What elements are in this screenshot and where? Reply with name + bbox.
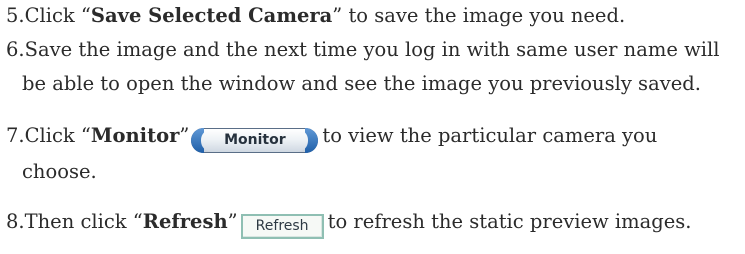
step-5-prefix: 5.Click “ bbox=[6, 4, 91, 27]
step-5-suffix: ” to save the image you need. bbox=[332, 4, 626, 27]
step-7-bold-term: Monitor bbox=[90, 124, 180, 147]
step-7-prefix: 7.Click “ bbox=[6, 124, 91, 147]
step-6-line-2: be able to open the window and see the i… bbox=[6, 72, 701, 95]
monitor-button-label: Monitor bbox=[224, 132, 286, 148]
step-7-suffix: to view the particular camera you bbox=[322, 124, 658, 147]
step-7-line-1: 7.Click “Monitor” Monitor to view the part… bbox=[6, 124, 657, 153]
step-7-quote: ” bbox=[179, 124, 190, 147]
step-6-line-1: 6.Save the image and the next time you l… bbox=[6, 38, 719, 61]
step-5: 5.Click “Save Selected Camera” to save t… bbox=[6, 4, 625, 27]
step-8-bold-term: Refresh bbox=[142, 210, 228, 233]
step-8: 8.Then click “Refresh” Refresh to refresh … bbox=[6, 210, 692, 239]
step-6-text-1: 6.Save the image and the next time you l… bbox=[6, 38, 720, 61]
step-8-suffix: to refresh the static preview images. bbox=[327, 210, 692, 233]
step-5-bold-term: Save Selected Camera bbox=[90, 4, 333, 27]
step-7-line-2: choose. bbox=[6, 160, 97, 183]
step-7-text-2: choose. bbox=[22, 160, 97, 183]
refresh-button[interactable]: Refresh bbox=[240, 214, 324, 239]
step-6-text-2: be able to open the window and see the i… bbox=[22, 72, 701, 95]
monitor-button[interactable]: Monitor bbox=[191, 128, 319, 153]
step-8-prefix: 8.Then click “ bbox=[6, 210, 143, 233]
step-8-quote: ” bbox=[227, 210, 238, 233]
